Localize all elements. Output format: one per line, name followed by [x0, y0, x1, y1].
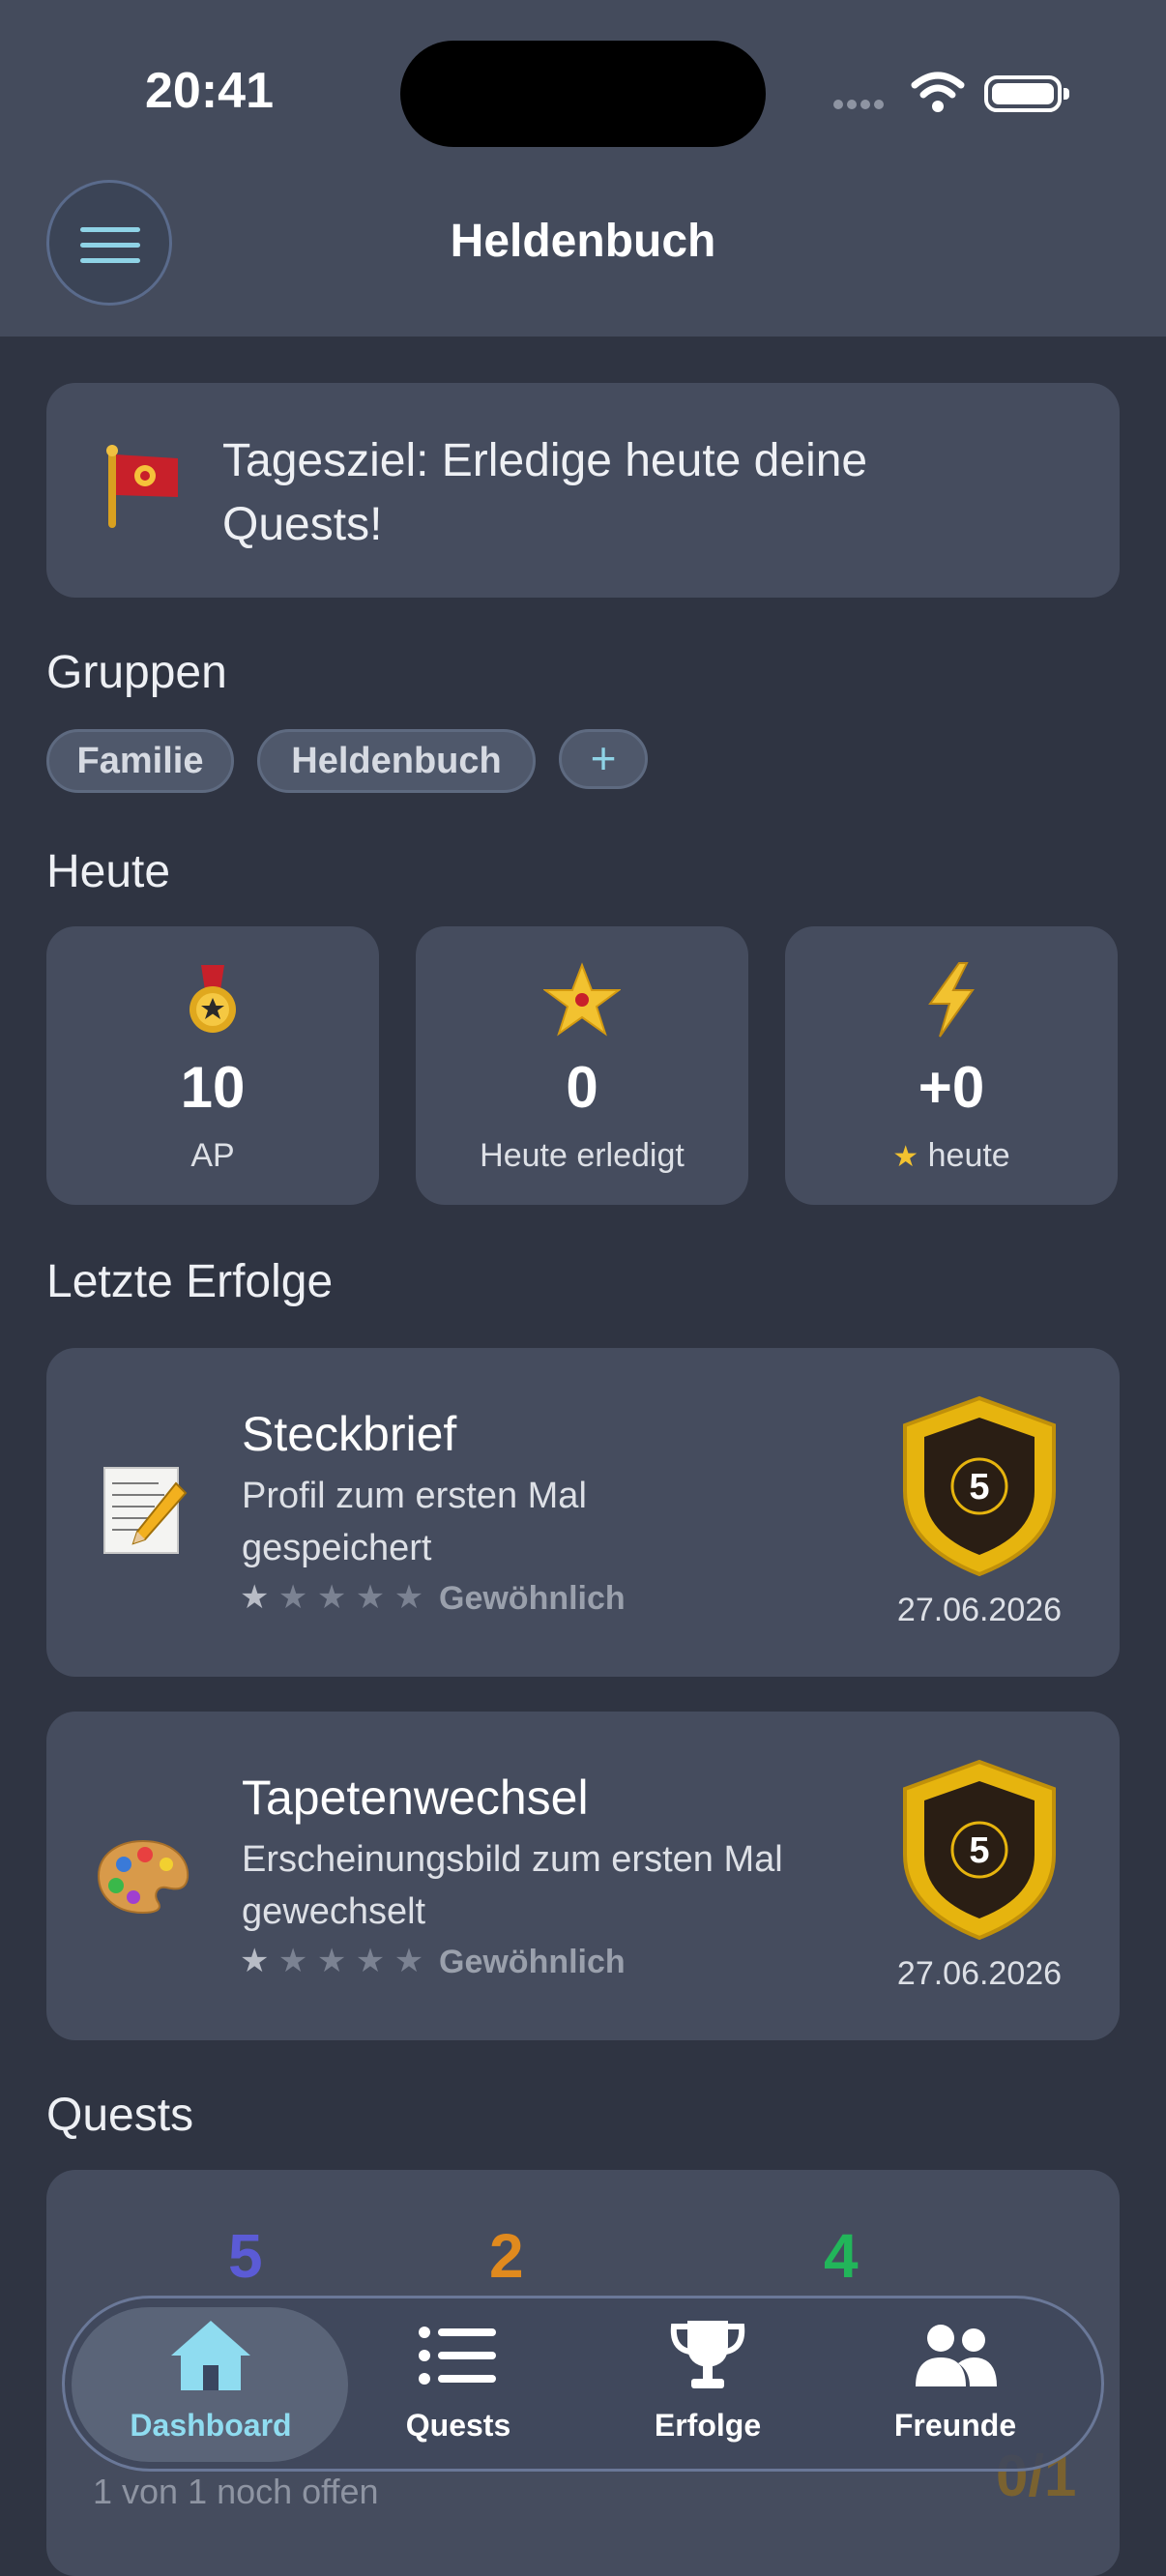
star-icon [543, 962, 621, 1037]
small-star-icon: ★ [892, 1141, 919, 1173]
wifi-icon [911, 72, 965, 112]
badge-value: 5 [969, 1830, 989, 1871]
cellular-signal-icon [833, 97, 895, 110]
level-badge-icon: 5 [903, 1759, 1056, 1941]
achievement-title: Steckbrief [242, 1407, 457, 1461]
achievement-description: Profil zum ersten Mal gespeichert [242, 1476, 587, 1568]
quest-count-progress: 2 [489, 2221, 524, 2291]
stat-card-ap: 10 AP [46, 926, 379, 1205]
achievement-date: 27.06.2026 [896, 1955, 1063, 1992]
level-badge-icon: 5 [903, 1395, 1056, 1577]
quests-subtitle: 1 von 1 noch offen [93, 2472, 379, 2511]
page-title: Heldenbuch [450, 216, 716, 267]
groups-heading: Gruppen [46, 647, 227, 698]
rarity-stars: ★ ★ ★ ★ ★ [240, 1579, 424, 1616]
group-chip-heldenbuch[interactable]: Heldenbuch [257, 729, 536, 793]
add-group-button[interactable]: + [559, 729, 648, 789]
tab-quests[interactable]: Quests [342, 2311, 574, 2456]
palette-icon [97, 1839, 189, 1915]
battery-icon [984, 75, 1069, 112]
memo-icon [103, 1467, 188, 1554]
stat-value: +0 [918, 1055, 985, 1120]
flag-icon [106, 445, 178, 528]
tab-label: Freunde [893, 2408, 1017, 2443]
stat-label: AP [190, 1137, 235, 1174]
tab-label: Erfolge [654, 2408, 762, 2443]
medal-icon [189, 965, 236, 1033]
tab-dashboard[interactable]: Dashboard [95, 2311, 327, 2456]
stat-label-row: ★ heute [785, 1137, 1118, 1175]
quest-count-done: 4 [824, 2221, 859, 2291]
house-icon [171, 2321, 250, 2390]
achievements-heading: Letzte Erfolge [46, 1256, 334, 1307]
trophy-icon [670, 2321, 745, 2388]
dynamic-island [400, 41, 766, 147]
tab-label: Quests [405, 2408, 511, 2443]
achievement-rarity: Gewöhnlich [439, 1944, 626, 1980]
today-heading: Heute [46, 846, 171, 897]
stat-card-completed: 0 Heute erledigt [416, 926, 748, 1205]
lightning-icon [928, 962, 975, 1038]
daily-goal-text: Tagesziel: Erledige heute deine Quests! [222, 435, 868, 550]
achievement-rarity: Gewöhnlich [439, 1580, 626, 1617]
stat-card-xp-today: +0 ★ heute [785, 926, 1118, 1205]
status-time: 20:41 [145, 63, 274, 119]
stat-value: 0 [566, 1055, 598, 1120]
tab-erfolge[interactable]: Erfolge [592, 2311, 824, 2456]
achievement-title: Tapetenwechsel [242, 1771, 589, 1825]
quest-count-open: 5 [228, 2221, 263, 2291]
tab-label: Dashboard [130, 2408, 292, 2443]
badge-value: 5 [969, 1467, 989, 1508]
group-chip-familie[interactable]: Familie [46, 729, 234, 793]
stat-label: heute [927, 1137, 1010, 1174]
rarity-stars: ★ ★ ★ ★ ★ [240, 1943, 424, 1979]
people-icon [916, 2325, 997, 2386]
tab-freunde[interactable]: Freunde [839, 2311, 1071, 2456]
achievement-date: 27.06.2026 [896, 1592, 1063, 1628]
achievement-description: Erscheinungsbild zum ersten Mal gewechse… [242, 1839, 783, 1932]
stat-value: 10 [180, 1055, 246, 1120]
quests-heading: Quests [46, 2090, 194, 2141]
stat-label: Heute erledigt [480, 1137, 685, 1174]
list-icon [419, 2327, 496, 2385]
